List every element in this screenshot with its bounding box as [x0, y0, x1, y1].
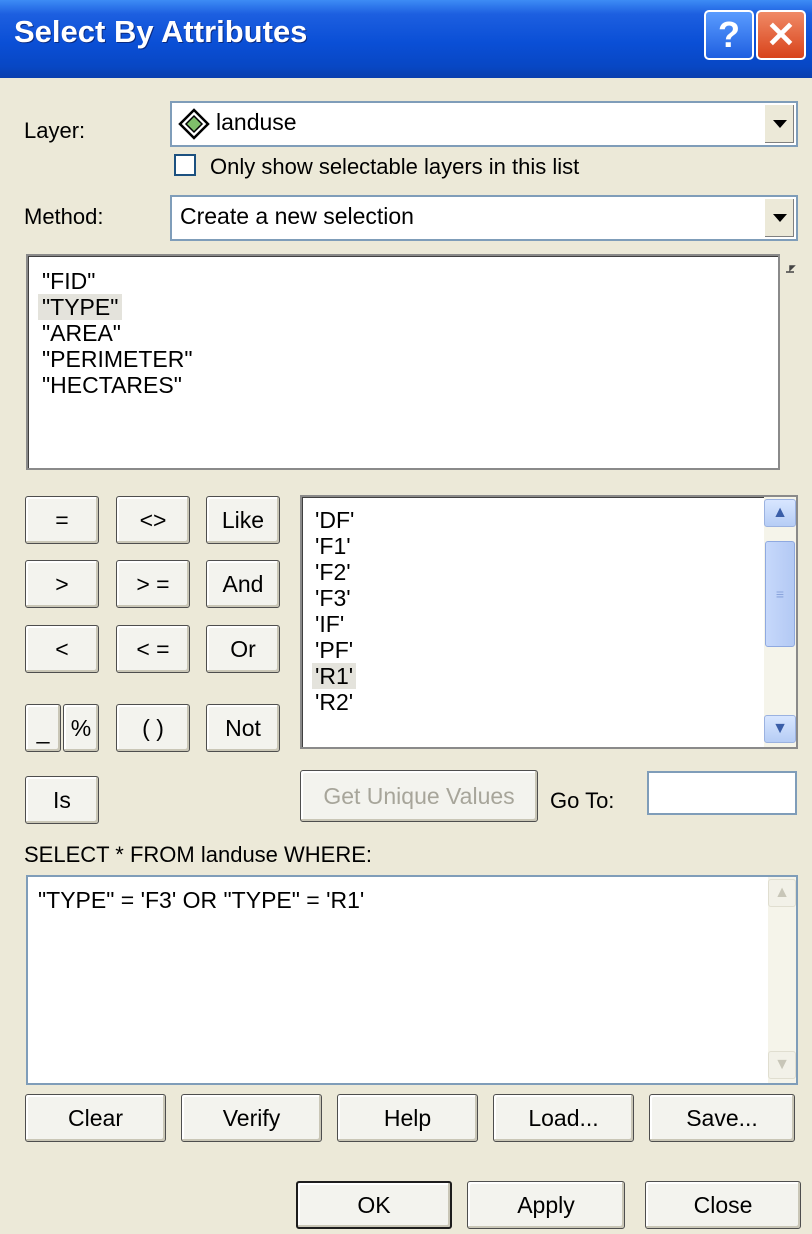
- parentheses-button[interactable]: ( ): [116, 704, 190, 752]
- less-than-button[interactable]: <: [25, 625, 99, 673]
- greater-than-button[interactable]: >: [25, 560, 99, 608]
- field-item-selected[interactable]: "TYPE": [38, 294, 123, 320]
- layer-dropdown[interactable]: landuse: [170, 101, 798, 147]
- scroll-down-icon[interactable]: ▼: [768, 1051, 796, 1079]
- help-button[interactable]: Help: [337, 1094, 478, 1142]
- query-expression-text: "TYPE" = 'F3' OR "TYPE" = 'R1': [38, 887, 365, 913]
- save-button[interactable]: Save...: [649, 1094, 795, 1142]
- only-selectable-label: Only show selectable layers in this list: [210, 154, 580, 179]
- query-expression-input[interactable]: "TYPE" = 'F3' OR "TYPE" = 'R1' ▲ ▼: [26, 875, 798, 1085]
- method-value: Create a new selection: [180, 203, 414, 229]
- or-button[interactable]: Or: [206, 625, 280, 673]
- method-label: Method:: [24, 204, 104, 229]
- scroll-up-icon[interactable]: ▲: [764, 499, 796, 527]
- goto-input[interactable]: [647, 771, 797, 815]
- unique-values-list[interactable]: 'DF' 'F1' 'F2' 'F3' 'IF' 'PF' 'R1' 'R2' …: [300, 495, 798, 749]
- field-item[interactable]: "AREA": [38, 320, 125, 346]
- layer-label: Layer:: [24, 118, 86, 143]
- load-button[interactable]: Load...: [493, 1094, 634, 1142]
- goto-label: Go To:: [550, 788, 615, 813]
- less-equal-button[interactable]: < =: [116, 625, 190, 673]
- close-button[interactable]: Close: [645, 1181, 801, 1229]
- help-icon[interactable]: ?: [704, 10, 754, 60]
- values-scrollbar[interactable]: ▲ ≡ ▼: [764, 497, 796, 747]
- fields-list[interactable]: "FID" "TYPE" "AREA" "PERIMETER" "HECTARE…: [26, 254, 780, 470]
- scroll-thumb[interactable]: ≡: [765, 541, 795, 647]
- value-item[interactable]: 'F1': [312, 533, 354, 559]
- resize-grip-icon[interactable]: [784, 262, 796, 274]
- is-button[interactable]: Is: [25, 776, 99, 824]
- scroll-down-icon[interactable]: ▼: [764, 715, 796, 743]
- layer-value: landuse: [216, 109, 297, 135]
- close-icon[interactable]: ✕: [756, 10, 806, 60]
- not-equals-button[interactable]: <>: [116, 496, 190, 544]
- field-item[interactable]: "FID": [38, 268, 99, 294]
- only-selectable-checkbox[interactable]: [174, 154, 196, 176]
- value-item[interactable]: 'F3': [312, 585, 354, 611]
- scroll-up-icon[interactable]: ▲: [768, 879, 796, 907]
- select-by-attributes-dialog: Select By Attributes ? ✕ Layer: landuse …: [0, 0, 812, 1234]
- layer-diamond-icon: [178, 108, 210, 140]
- value-item[interactable]: 'F2': [312, 559, 354, 585]
- field-item[interactable]: "PERIMETER": [38, 346, 197, 372]
- value-item[interactable]: 'PF': [312, 637, 356, 663]
- value-item[interactable]: 'IF': [312, 611, 347, 637]
- like-button[interactable]: Like: [206, 496, 280, 544]
- percent-button[interactable]: %: [63, 704, 99, 752]
- equals-button[interactable]: =: [25, 496, 99, 544]
- not-button[interactable]: Not: [206, 704, 280, 752]
- query-scrollbar[interactable]: ▲ ▼: [768, 877, 796, 1083]
- get-unique-values-button[interactable]: Get Unique Values: [300, 770, 538, 822]
- verify-button[interactable]: Verify: [181, 1094, 322, 1142]
- window-title: Select By Attributes: [14, 14, 308, 49]
- clear-button[interactable]: Clear: [25, 1094, 166, 1142]
- apply-button[interactable]: Apply: [467, 1181, 625, 1229]
- query-prefix-label: SELECT * FROM landuse WHERE:: [24, 842, 373, 867]
- method-dropdown[interactable]: Create a new selection: [170, 195, 798, 241]
- value-item[interactable]: 'DF': [312, 507, 357, 533]
- title-bar[interactable]: Select By Attributes ? ✕: [0, 0, 812, 78]
- chevron-down-icon[interactable]: [764, 199, 794, 237]
- chevron-down-icon[interactable]: [764, 105, 794, 143]
- field-item[interactable]: "HECTARES": [38, 372, 186, 398]
- greater-equal-button[interactable]: > =: [116, 560, 190, 608]
- underscore-button[interactable]: _: [25, 704, 61, 752]
- value-item[interactable]: 'R2': [312, 689, 356, 715]
- and-button[interactable]: And: [206, 560, 280, 608]
- value-item-selected[interactable]: 'R1': [312, 663, 357, 689]
- ok-button[interactable]: OK: [296, 1181, 452, 1229]
